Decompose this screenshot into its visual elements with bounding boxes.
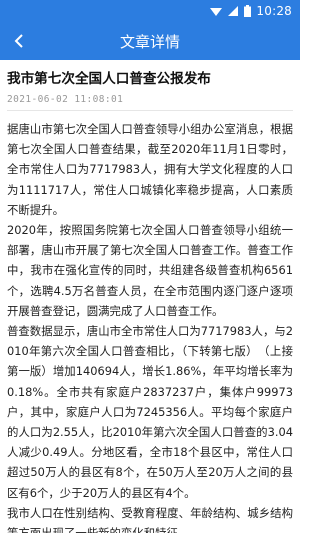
status-time: 10:28 — [256, 4, 292, 18]
wifi-signal-icon — [210, 8, 223, 16]
article-paragraph: 据唐山市第七次全国人口普查领导小组办公室消息，根据第七次全国人口普查结果，截至2… — [7, 122, 293, 217]
page-title: 文章详情 — [119, 32, 180, 51]
article-body: 据唐山市第七次全国人口普查领导小组办公室消息，根据第七次全国人口普查结果，截至2… — [7, 119, 293, 533]
back-button[interactable] — [4, 22, 34, 60]
article-paragraph: 2020年，按照国务院第七次全国人口普查领导小组统一部署，唐山市开展了第七次全国… — [7, 223, 293, 318]
article-title: 我市第七次全国人口普查公报发布 — [7, 71, 211, 87]
article-date: 2021-06-02 11:08:01 — [7, 94, 293, 111]
article-content[interactable]: 我市第七次全国人口普查公报发布 2021-06-02 11:08:01 据唐山市… — [0, 60, 300, 533]
status-bar: 10:28 — [0, 0, 300, 22]
app-bar: 文章详情 — [0, 22, 300, 60]
chevron-left-icon — [14, 34, 23, 48]
article-paragraph: 普查数据显示，唐山市全市常住人口为7717983人，与2010年第六次全国人口普… — [7, 324, 293, 500]
battery-icon — [244, 5, 252, 17]
cell-signal-icon — [228, 6, 239, 16]
article-paragraph: 我市人口在性别结构、受教育程度、年龄结构、城乡结构等方面出现了一些新的变化和特征… — [7, 505, 293, 533]
